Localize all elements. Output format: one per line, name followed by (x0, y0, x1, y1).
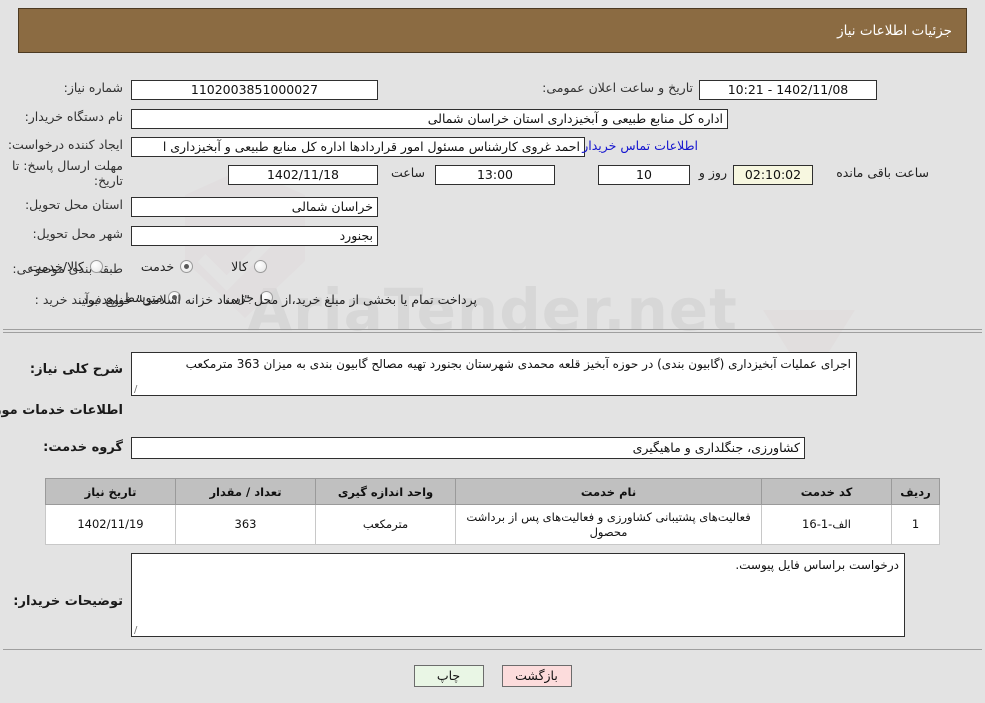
province-label: استان محل تحویل: (24, 197, 123, 212)
buyer-org-field-wrap: اداره کل منابع طبیعی و آبخیزداری استان خ… (131, 109, 728, 129)
col-code: کد خدمت (761, 478, 892, 505)
buyer-org-field[interactable]: اداره کل منابع طبیعی و آبخیزداری استان خ… (131, 109, 728, 129)
buyer-contact-link[interactable]: اطلاعات تماس خریدار (582, 138, 698, 153)
services-table-wrap: ردیف کد خدمت نام خدمت واحد اندازه گیری ت… (45, 478, 940, 545)
buyer-contact-link-wrap: اطلاعات تماس خریدار (582, 138, 698, 153)
cell-code: الف-1-16 (761, 504, 892, 545)
city-field[interactable]: بجنورد (131, 226, 378, 246)
page-title: جزئیات اطلاعات نیاز (837, 22, 952, 39)
col-qty: تعداد / مقدار (175, 478, 316, 505)
deadline-time-label: ساعت (390, 165, 425, 180)
announce-datetime-label-wrap: تاریخ و ساعت اعلان عمومی: (542, 80, 693, 95)
buyer-org-label-wrap: نام دستگاه خریدار: (25, 109, 123, 124)
page-title-bar: جزئیات اطلاعات نیاز (18, 8, 967, 53)
resize-grip-icon[interactable] (134, 385, 143, 394)
city-label-wrap: شهر محل تحویل: (33, 226, 123, 241)
services-table: ردیف کد خدمت نام خدمت واحد اندازه گیری ت… (45, 478, 940, 545)
deadline-label-wrap: مهلت ارسال پاسخ: تا تاریخ: (5, 158, 123, 188)
cell-unit: مترمکعب (315, 504, 456, 545)
city-field-wrap: بجنورد (131, 226, 378, 246)
service-group-field[interactable]: کشاورزی، جنگلداری و ماهیگیری (131, 437, 805, 459)
description-label: شرح کلی نیاز: (29, 362, 123, 377)
table-header-row: ردیف کد خدمت نام خدمت واحد اندازه گیری ت… (45, 478, 940, 505)
creator-field-wrap: احمد غروی کارشناس مسئول امور قراردادها ا… (131, 137, 585, 157)
purchase-type-note: پرداخت تمام یا بخشی از مبلغ خرید،از محل … (78, 292, 477, 307)
category-option-label: کالا (231, 259, 248, 274)
deadline-remaining-label: ساعت باقی مانده (836, 165, 929, 180)
deadline-time-label-wrap: ساعت (391, 165, 425, 180)
need-number-field[interactable]: 1102003851000027 (131, 80, 378, 100)
purchase-type-note-wrap: پرداخت تمام یا بخشی از مبلغ خرید،از محل … (78, 292, 477, 307)
print-button[interactable]: چاپ (413, 665, 484, 687)
description-text: اجرای عملیات آبخیزداری (گابیون بندی) در … (185, 357, 851, 371)
need-number-field-wrap: 1102003851000027 (131, 80, 378, 100)
back-button[interactable]: بازگشت (501, 665, 572, 687)
col-need-date: تاریخ نیاز (45, 478, 176, 505)
deadline-countdown-wrap: 02:10:02 (733, 165, 813, 185)
deadline-time-wrap: 13:00 (435, 165, 555, 185)
col-unit: واحد اندازه گیری (315, 478, 456, 505)
description-textarea[interactable]: اجرای عملیات آبخیزداری (گابیون بندی) در … (131, 352, 857, 396)
cell-name: فعالیت‌های پشتیبانی کشاورزی و فعالیت‌های… (455, 504, 762, 545)
creator-label-wrap: ایجاد کننده درخواست: (8, 137, 123, 152)
service-group-field-wrap: کشاورزی، جنگلداری و ماهیگیری (131, 437, 805, 459)
announce-datetime-label: تاریخ و ساعت اعلان عمومی: (542, 80, 693, 95)
buyer-org-label: نام دستگاه خریدار: (24, 109, 123, 124)
deadline-date-wrap: 1402/11/18 (228, 165, 378, 185)
deadline-days-wrap: 10 (598, 165, 690, 185)
col-row: ردیف (891, 478, 940, 505)
radio-icon[interactable] (89, 260, 103, 273)
need-number-row: شماره نیاز: (64, 80, 123, 95)
cell-need-date: 1402/11/19 (45, 504, 176, 545)
category-option-khedmat[interactable]: خدمت (141, 259, 195, 274)
buyer-notes-textarea[interactable]: درخواست براساس فایل پیوست. (131, 553, 905, 637)
cell-row: 1 (891, 504, 940, 545)
need-details-page: AriaTender.net جزئیات اطلاعات نیاز شماره… (0, 0, 985, 703)
resize-grip-icon[interactable] (134, 626, 143, 635)
buyer-notes-text: درخواست براساس فایل پیوست. (735, 558, 899, 572)
province-label-wrap: استان محل تحویل: (25, 197, 123, 212)
services-section-heading: اطلاعات خدمات مورد نیاز (0, 403, 123, 418)
category-option-kala[interactable]: کالا (231, 259, 269, 274)
category-option-label: کالا/خدمت (29, 259, 84, 274)
service-group-label: گروه خدمت: (43, 440, 123, 455)
category-radio-group: کالا خدمت کالا/خدمت (29, 259, 269, 274)
deadline-date-field[interactable]: 1402/11/18 (228, 165, 378, 185)
province-field[interactable]: خراسان شمالی (131, 197, 378, 217)
buyer-notes-label: توضیحات خریدار: (13, 594, 123, 609)
deadline-remaining-label-wrap: ساعت باقی مانده (836, 165, 929, 180)
need-number-label: شماره نیاز: (63, 80, 123, 95)
category-option-label: خدمت (140, 259, 175, 274)
province-field-wrap: خراسان شمالی (131, 197, 378, 217)
table-row: 1 الف-1-16 فعالیت‌های پشتیبانی کشاورزی و… (45, 504, 940, 545)
deadline-days-label: روز و (698, 165, 727, 180)
deadline-countdown-field: 02:10:02 (733, 165, 813, 185)
deadline-label: مهلت ارسال پاسخ: تا تاریخ: (12, 158, 123, 188)
col-name: نام خدمت (455, 478, 762, 505)
action-bar: بازگشت چاپ (0, 665, 985, 687)
radio-icon[interactable] (180, 260, 194, 273)
announce-datetime-field[interactable]: 1402/11/08 - 10:21 (699, 80, 877, 100)
creator-label: ایجاد کننده درخواست: (7, 137, 123, 152)
cell-qty: 363 (175, 504, 316, 545)
deadline-time-field[interactable]: 13:00 (435, 165, 555, 185)
radio-icon[interactable] (254, 260, 267, 273)
deadline-days-label-wrap: روز و (699, 165, 727, 180)
category-option-kala-khedmat[interactable]: کالا/خدمت (29, 259, 104, 274)
creator-field[interactable]: احمد غروی کارشناس مسئول امور قراردادها ا… (131, 137, 585, 157)
announce-datetime-field-wrap: 1402/11/08 - 10:21 (699, 80, 877, 100)
deadline-days-field[interactable]: 10 (598, 165, 690, 185)
city-label: شهر محل تحویل: (32, 226, 123, 241)
